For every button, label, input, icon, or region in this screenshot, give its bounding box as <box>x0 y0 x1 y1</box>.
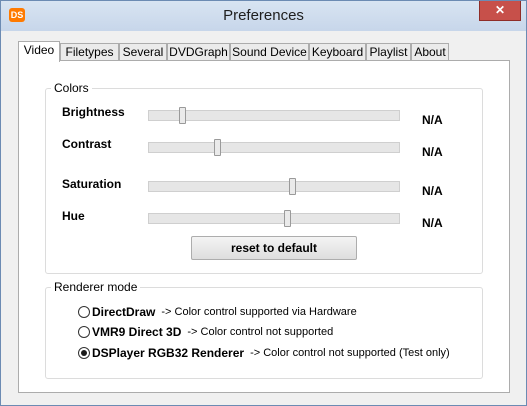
renderer-mode-group: Renderer mode DirectDraw -> Color control… <box>45 280 483 379</box>
contrast-label: Contrast <box>62 137 112 151</box>
tab-video[interactable]: Video <box>18 41 60 62</box>
contrast-slider[interactable] <box>148 139 400 156</box>
saturation-slider[interactable] <box>148 178 400 195</box>
hue-slider[interactable] <box>148 210 400 227</box>
colors-group: Colors Brightness N/A Contrast N/A Satur… <box>45 81 483 274</box>
tab-sound-device[interactable]: Sound Device <box>230 43 309 61</box>
renderer-option-vmr9[interactable]: VMR9 Direct 3D -> Color control not suppo… <box>78 324 333 340</box>
radio-directdraw[interactable] <box>78 305 90 318</box>
hue-label: Hue <box>62 209 85 223</box>
renderer-option-dsplayer-rgb32[interactable]: DSPlayer RGB32 Renderer -> Color control … <box>78 345 450 361</box>
saturation-slider-thumb[interactable] <box>288 178 296 195</box>
dialog-client-area: Video Filetypes Several DVDGraph Sound D… <box>8 31 519 399</box>
tab-several[interactable]: Several <box>119 43 167 61</box>
vmr9-label[interactable]: VMR9 Direct 3D <box>92 325 181 339</box>
hue-value: N/A <box>422 216 443 230</box>
directdraw-note: -> Color control supported via Hardware <box>161 305 357 318</box>
tab-keyboard[interactable]: Keyboard <box>309 43 366 61</box>
hue-slider-thumb[interactable] <box>283 210 291 227</box>
renderer-mode-title: Renderer mode <box>51 280 141 294</box>
brightness-label: Brightness <box>62 105 125 119</box>
saturation-value: N/A <box>422 184 443 198</box>
video-tab-panel: Colors Brightness N/A Contrast N/A Satur… <box>18 60 510 393</box>
close-button[interactable]: ✕ <box>479 1 521 21</box>
directdraw-label[interactable]: DirectDraw <box>92 305 155 319</box>
brightness-slider-thumb[interactable] <box>178 107 186 124</box>
window-title: Preferences <box>223 7 304 24</box>
renderer-option-directdraw[interactable]: DirectDraw -> Color control supported via… <box>78 304 357 320</box>
brightness-slider[interactable] <box>148 107 400 124</box>
vmr9-note: -> Color control not supported <box>187 325 334 338</box>
title-bar[interactable]: DS Preferences ✕ <box>1 1 526 31</box>
contrast-value: N/A <box>422 145 443 159</box>
tab-filetypes[interactable]: Filetypes <box>60 43 119 61</box>
brightness-value: N/A <box>422 113 443 127</box>
reset-to-default-button[interactable]: reset to default <box>191 236 357 260</box>
tab-playlist[interactable]: Playlist <box>366 43 411 61</box>
tab-dvdgraph[interactable]: DVDGraph <box>167 43 230 61</box>
radio-dsplayer-rgb32[interactable] <box>78 346 90 359</box>
saturation-label: Saturation <box>62 177 122 191</box>
colors-group-title: Colors <box>51 81 92 95</box>
dsplayer-rgb32-note: -> Color control not supported (Test onl… <box>250 346 450 359</box>
preferences-window: DS Preferences ✕ Video Filetypes Several… <box>0 0 527 406</box>
radio-vmr9[interactable] <box>78 325 90 338</box>
tab-about[interactable]: About <box>411 43 449 61</box>
contrast-slider-thumb[interactable] <box>213 139 221 156</box>
dsplayer-rgb32-label[interactable]: DSPlayer RGB32 Renderer <box>92 346 244 360</box>
